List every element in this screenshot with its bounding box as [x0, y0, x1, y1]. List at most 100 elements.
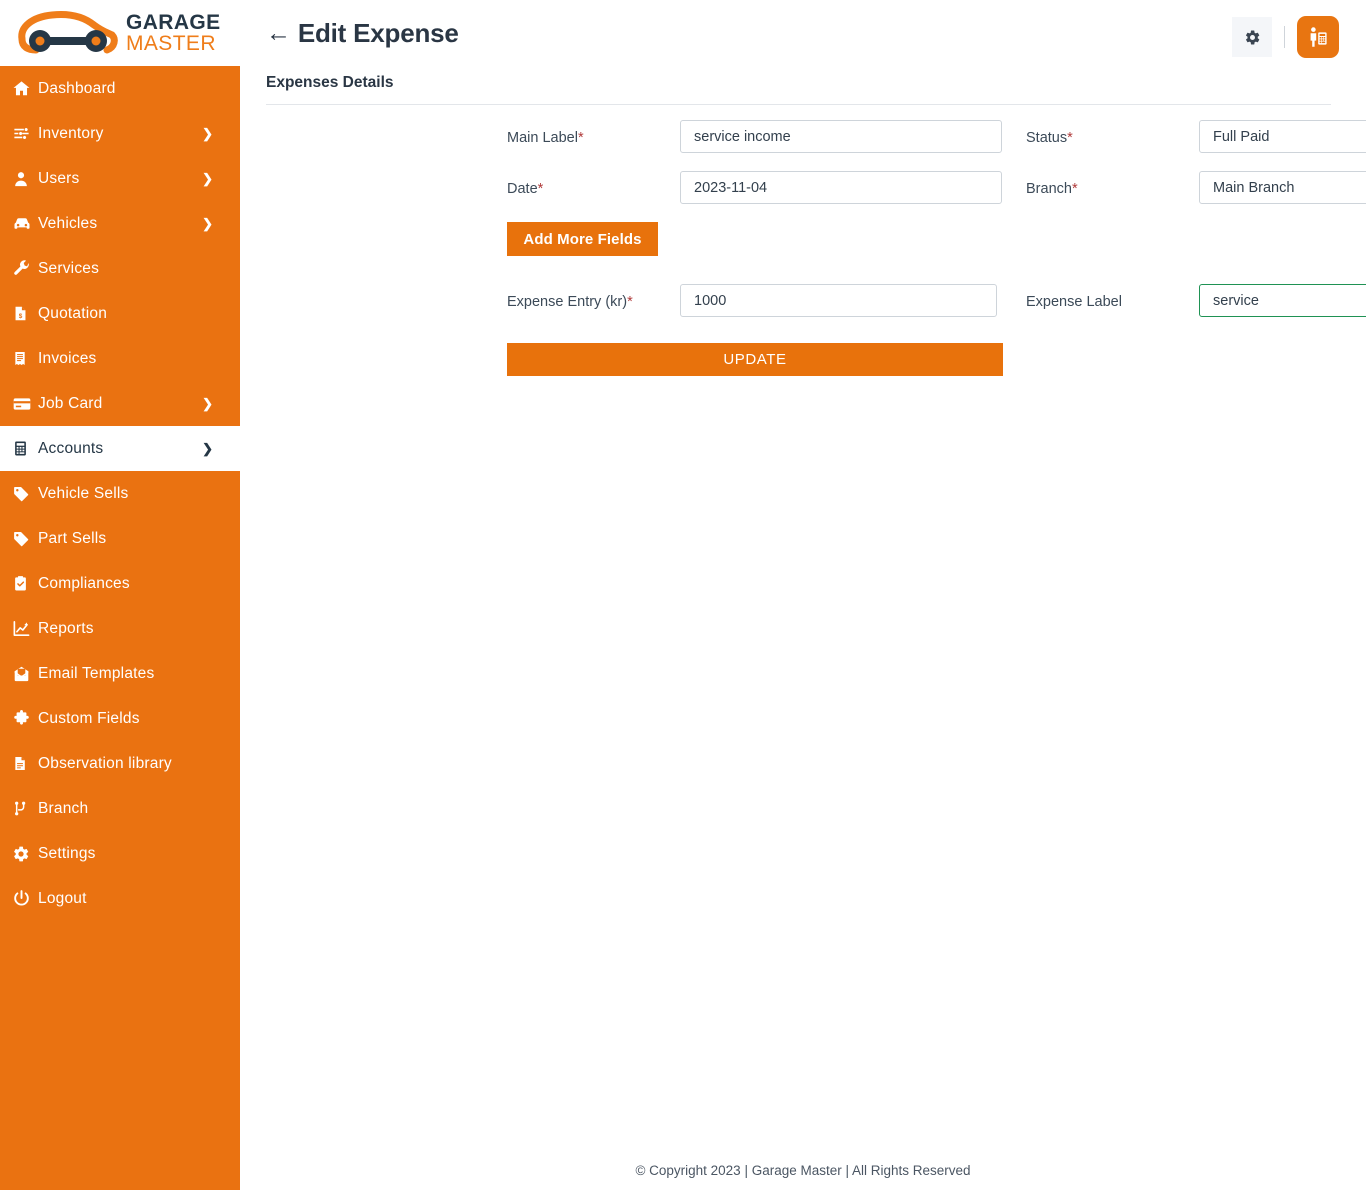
status-input[interactable]: [1199, 120, 1366, 153]
expense-entry-label-text: Expense Entry (kr): [507, 294, 628, 310]
gear-icon[interactable]: [1232, 17, 1272, 57]
update-button[interactable]: UPDATE: [507, 343, 1003, 376]
sidebar-item-label: Invoices: [38, 349, 97, 367]
sidebar-item-vehicles[interactable]: Vehicles ❯: [0, 201, 240, 246]
expense-label-input[interactable]: [1199, 284, 1366, 317]
date-required: *: [537, 181, 544, 197]
sidebar-item-compliances[interactable]: Compliances: [0, 561, 240, 606]
sidebar-nav: Dashboard Inventory ❯ Users ❯ Vehicles ❯ Servic…: [0, 66, 240, 921]
back-arrow-icon[interactable]: ←: [266, 21, 291, 46]
sidebar-item-email-templates[interactable]: Email Templates: [0, 651, 240, 696]
sliders-icon: [12, 124, 38, 144]
sidebar-item-label: Vehicle Sells: [38, 484, 129, 502]
main-label-label: Main Label*: [507, 130, 584, 146]
page-title-text: Edit Expense: [297, 18, 459, 48]
sidebar-item-invoices[interactable]: Invoices: [0, 336, 240, 381]
brand-logo-area[interactable]: GARAGE MASTER: [0, 0, 240, 66]
footer: © Copyright 2023 | Garage Master | All R…: [635, 1163, 971, 1178]
file-dollar-icon: $: [12, 304, 38, 324]
branch-label-text: Branch: [1026, 181, 1072, 197]
section-title: Expenses Details: [266, 74, 394, 91]
sidebar-item-quotation[interactable]: $ Quotation: [0, 291, 240, 336]
sidebar-item-label: Users: [38, 169, 80, 187]
expense-entry-required: *: [627, 294, 633, 310]
sidebar-item-label: Custom Fields: [38, 709, 140, 727]
tag-icon: [12, 529, 38, 549]
accountant-person-glyph: [1310, 27, 1327, 47]
status-label: Status*: [1026, 130, 1073, 146]
main-label-input[interactable]: [680, 120, 1002, 153]
sidebar-item-label: Services: [38, 259, 100, 277]
sidebar-item-part-sells[interactable]: Part Sells: [0, 516, 240, 561]
branch-required: *: [1071, 181, 1078, 197]
sidebar-item-settings[interactable]: Settings: [0, 831, 240, 876]
date-label-text: Date: [507, 181, 538, 197]
sidebar-item-label: Part Sells: [38, 529, 107, 547]
sidebar-item-label: Observation library: [38, 754, 172, 772]
chart-line-icon: [12, 619, 38, 639]
chevron-right-icon: ❯: [202, 126, 213, 141]
sidebar-item-label: Reports: [38, 619, 94, 637]
svg-text:$: $: [19, 313, 23, 320]
power-icon: [12, 889, 38, 909]
card-icon: [12, 394, 38, 414]
topbar-actions: [1232, 16, 1339, 58]
sidebar-item-accounts[interactable]: Accounts ❯: [0, 426, 240, 471]
sidebar-item-branch[interactable]: Branch: [0, 786, 240, 831]
sidebar-item-inventory[interactable]: Inventory ❯: [0, 111, 240, 156]
tag-icon: [12, 484, 38, 504]
sidebar-item-reports[interactable]: Reports: [0, 606, 240, 651]
sidebar-item-label: Accounts: [38, 439, 104, 457]
sidebar-item-label: Dashboard: [38, 79, 116, 97]
sidebar-item-services[interactable]: Services: [0, 246, 240, 291]
status-label-text: Status: [1026, 130, 1068, 146]
chevron-right-icon: ❯: [202, 396, 213, 411]
sidebar-item-users[interactable]: Users ❯: [0, 156, 240, 201]
status-required: *: [1067, 130, 1073, 146]
sidebar-item-observation-library[interactable]: Observation library: [0, 741, 240, 786]
calculator-icon: [12, 439, 38, 459]
expense-entry-label: Expense Entry (kr)*: [507, 294, 633, 310]
topbar-divider: [1284, 26, 1285, 48]
section-divider: [266, 104, 1331, 105]
clipboard-check-icon: [12, 574, 38, 594]
chevron-right-icon: ❯: [202, 216, 213, 231]
sidebar-item-dashboard[interactable]: Dashboard: [0, 66, 240, 111]
mail-open-icon: [12, 664, 38, 684]
main-label-text: Main Label: [507, 130, 578, 146]
sidebar-item-job-card[interactable]: Job Card ❯: [0, 381, 240, 426]
expense-entry-input[interactable]: [680, 284, 997, 317]
sidebar-item-label: Branch: [38, 799, 89, 817]
accountant-person-icon[interactable]: [1297, 16, 1339, 58]
sidebar-item-label: Email Templates: [38, 664, 155, 682]
sidebar-item-label: Vehicles: [38, 214, 98, 232]
chevron-right-icon: ❯: [202, 171, 213, 186]
document-icon: [12, 754, 38, 774]
sidebar-item-vehicle-sells[interactable]: Vehicle Sells: [0, 471, 240, 516]
sidebar-item-label: Job Card: [38, 394, 103, 412]
receipt-icon: [12, 349, 38, 369]
branch-label: Branch*: [1026, 181, 1078, 197]
branch-input[interactable]: [1199, 171, 1366, 204]
date-input[interactable]: [680, 171, 1002, 204]
brand-line-1: GARAGE: [126, 10, 221, 34]
expense-label-label-text: Expense Label: [1026, 294, 1122, 310]
page-title: ← Edit Expense: [266, 18, 459, 49]
main-label-required: *: [577, 130, 584, 146]
user-icon: [12, 169, 38, 189]
brand-text: GARAGE MASTER: [126, 10, 221, 55]
add-more-fields-button[interactable]: Add More Fields: [507, 222, 658, 256]
home-icon: [12, 79, 38, 99]
sidebar-item-logout[interactable]: Logout: [0, 876, 240, 921]
gear-glyph: [1245, 30, 1259, 44]
sidebar-item-label: Compliances: [38, 574, 130, 592]
car-wrench-logo-icon: [18, 11, 118, 54]
sidebar: GARAGE MASTER Dashboard Inventory ❯ Users ❯ V…: [0, 0, 240, 1190]
brand-line-2: MASTER: [126, 32, 216, 55]
date-label: Date*: [507, 181, 543, 197]
main-content: ← Edit Expense Expenses Details Main Lab…: [240, 0, 1366, 1190]
car-icon: [12, 214, 38, 234]
sidebar-item-custom-fields[interactable]: Custom Fields: [0, 696, 240, 741]
expense-label-label: Expense Label: [1026, 294, 1122, 310]
sidebar-item-label: Logout: [38, 889, 87, 907]
